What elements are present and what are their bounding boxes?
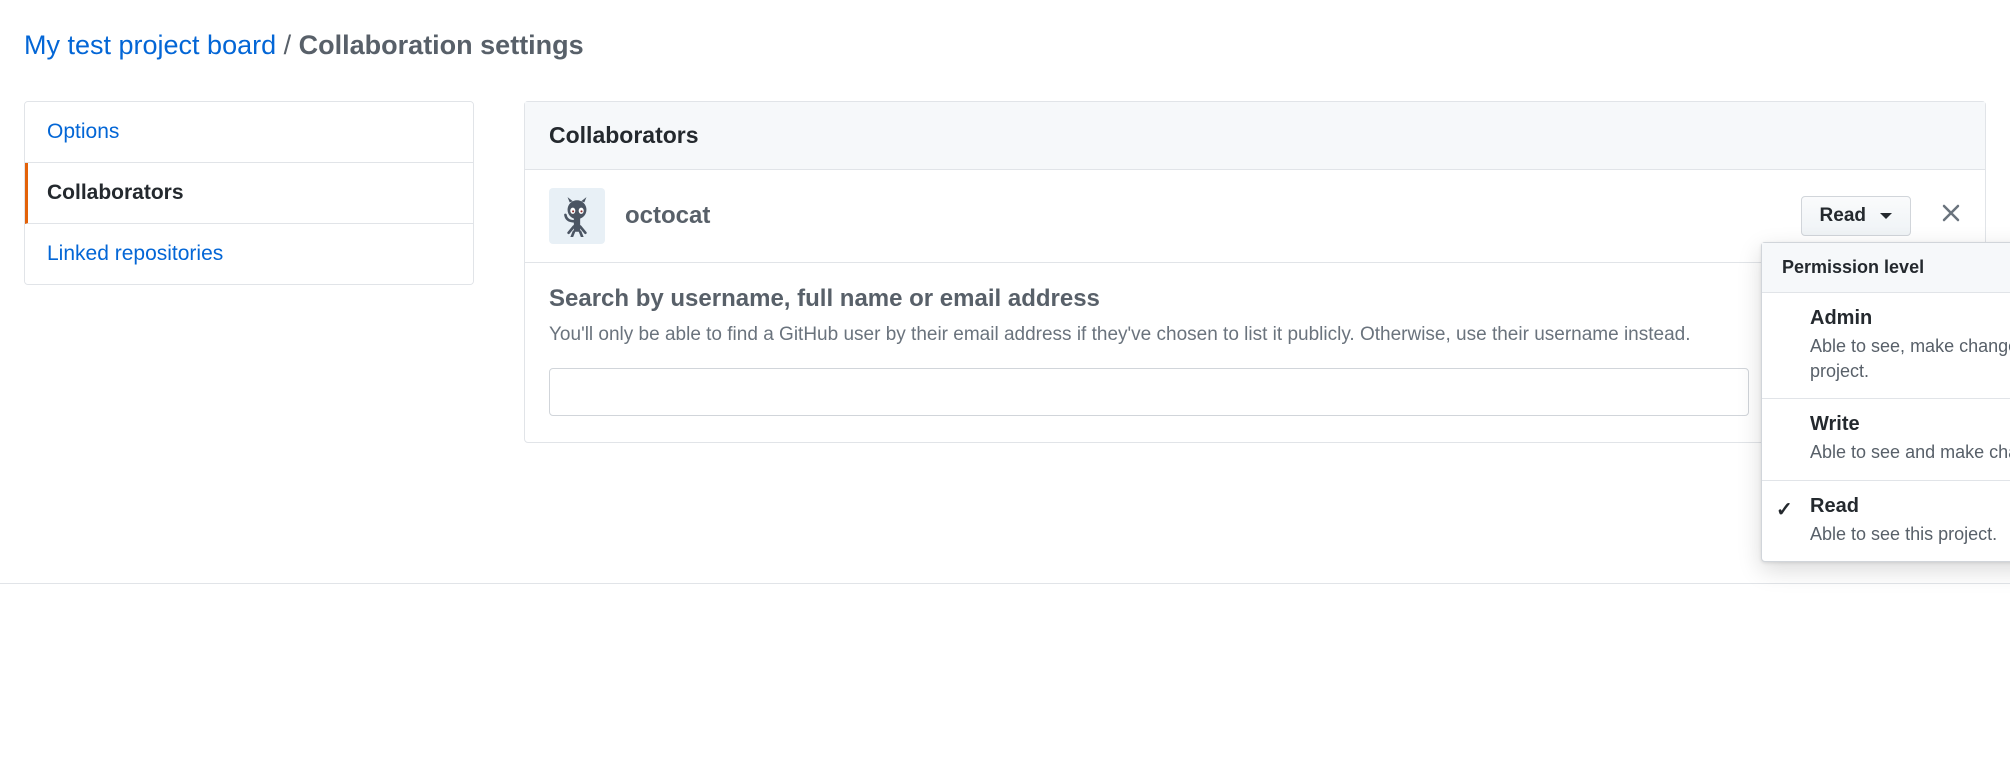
dropdown-item-desc: Able to see, make changes to, and add ne…	[1810, 334, 2010, 384]
dropdown-header: Permission level	[1762, 243, 2010, 293]
dropdown-item-title: Read	[1810, 495, 2010, 518]
permission-select: Read Permission level Admin Able to see,…	[1801, 196, 1911, 236]
sidebar-item-options[interactable]: Options	[25, 102, 473, 163]
breadcrumb-project-link[interactable]: My test project board	[24, 30, 276, 60]
search-description: You'll only be able to find a GitHub use…	[549, 321, 1961, 350]
dropdown-item-desc: Able to see this project.	[1810, 522, 2010, 547]
breadcrumb: My test project board / Collaboration se…	[0, 20, 2010, 81]
settings-sidebar: Options Collaborators Linked repositorie…	[24, 101, 474, 285]
check-icon: ✓	[1776, 497, 1793, 522]
breadcrumb-current: Collaboration settings	[299, 30, 584, 60]
collaborators-panel: Collaborators	[524, 101, 1986, 443]
dropdown-item-title: Write	[1810, 413, 2010, 436]
dropdown-item-admin[interactable]: Admin Able to see, make changes to, and …	[1762, 293, 2010, 399]
footer-divider	[0, 583, 2010, 584]
panel-title: Collaborators	[525, 102, 1985, 170]
breadcrumb-separator: /	[284, 30, 292, 60]
sidebar-item-collaborators[interactable]: Collaborators	[25, 163, 473, 224]
main-content: Collaborators	[524, 101, 1986, 443]
close-icon	[1941, 203, 1961, 223]
sidebar-item-linked-repositories[interactable]: Linked repositories	[25, 224, 473, 284]
search-input[interactable]	[549, 368, 1749, 416]
dropdown-item-title: Admin	[1810, 307, 2010, 330]
collaborator-username: octocat	[625, 202, 710, 230]
caret-down-icon	[1880, 213, 1892, 219]
collaborator-row: octocat Read Permission level Admin Able…	[525, 170, 1985, 263]
dropdown-item-read[interactable]: ✓ Read Able to see this project.	[1762, 481, 2010, 561]
search-title: Search by username, full name or email a…	[549, 285, 1961, 313]
remove-collaborator-button[interactable]	[1911, 202, 1961, 230]
dropdown-item-desc: Able to see and make changes to this pro…	[1810, 440, 2010, 465]
sidebar-item-label: Collaborators	[47, 181, 184, 204]
search-row: Add collaborator	[549, 368, 1961, 416]
sidebar-item-label: Linked repositories	[47, 242, 223, 265]
sidebar-item-label: Options	[47, 120, 119, 143]
permission-current-label: Read	[1820, 205, 1866, 227]
permission-dropdown-button[interactable]: Read	[1801, 196, 1911, 236]
avatar	[549, 188, 605, 244]
octocat-icon	[556, 195, 598, 237]
permission-dropdown-menu: Permission level Admin Able to see, make…	[1761, 242, 2010, 562]
dropdown-item-write[interactable]: Write Able to see and make changes to th…	[1762, 399, 2010, 480]
layout-container: Options Collaborators Linked repositorie…	[0, 81, 2010, 443]
